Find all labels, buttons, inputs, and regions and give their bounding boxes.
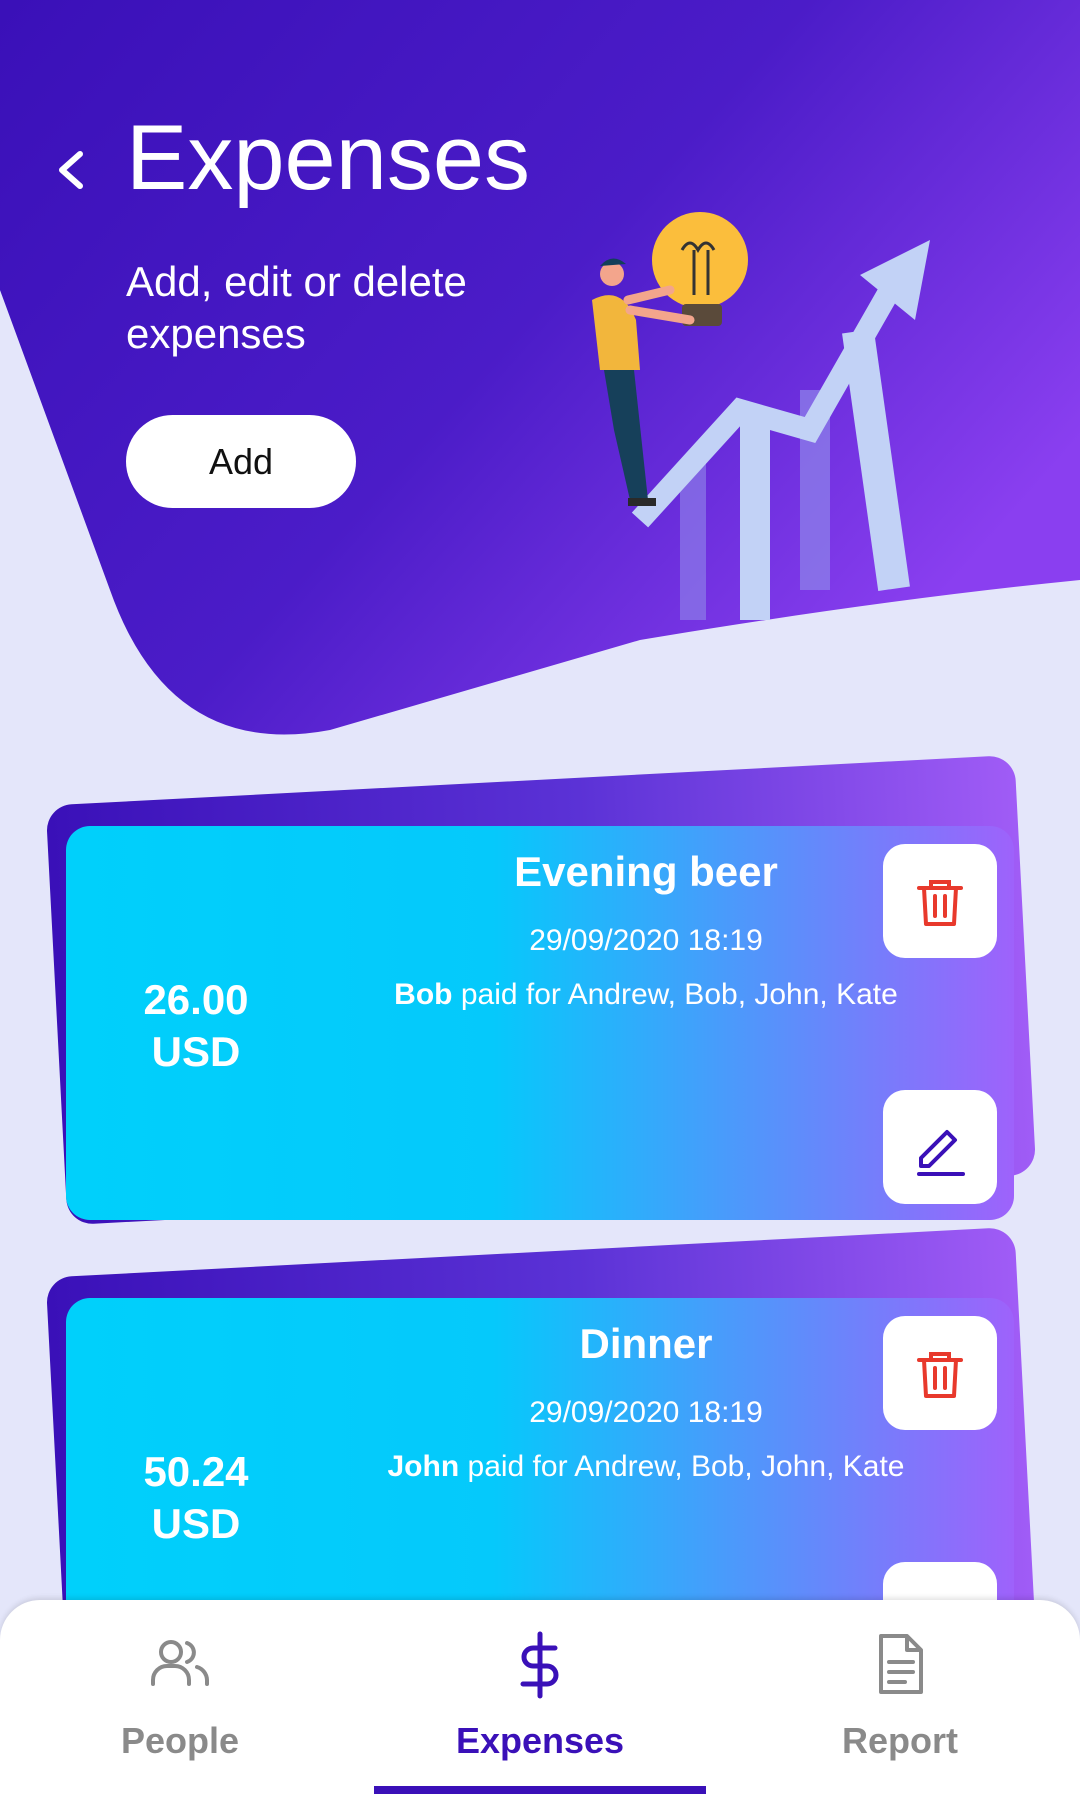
expense-amount: 26.00 USD xyxy=(106,974,286,1078)
expense-participants: paid for Andrew, Bob, John, Kate xyxy=(459,1450,905,1483)
expense-amount: 50.24 USD xyxy=(106,1446,286,1550)
add-expense-button[interactable]: Add xyxy=(126,415,356,508)
delete-expense-button[interactable] xyxy=(883,1316,997,1430)
dollar-icon xyxy=(520,1631,559,1699)
nav-item-expenses[interactable]: Expenses xyxy=(360,1600,720,1794)
bottom-navigation: People Expenses Report xyxy=(0,1600,1080,1794)
delete-expense-button[interactable] xyxy=(883,844,997,958)
nav-item-report[interactable]: Report xyxy=(720,1600,1080,1794)
amount-value: 50.24 xyxy=(143,1448,249,1495)
expense-card-body[interactable]: 26.00 USD Evening beer 29/09/2020 18:19 … xyxy=(66,826,1014,1220)
back-button[interactable] xyxy=(44,140,100,200)
nav-label-expenses: Expenses xyxy=(455,1720,625,1761)
amount-value: 26.00 xyxy=(143,976,249,1023)
expense-list: 26.00 USD Evening beer 29/09/2020 18:19 … xyxy=(0,754,1080,1724)
trash-icon xyxy=(917,1352,963,1398)
expense-card: 26.00 USD Evening beer 29/09/2020 18:19 … xyxy=(0,754,1080,1252)
trash-icon xyxy=(917,880,963,926)
amount-currency: USD xyxy=(151,1500,241,1547)
growth-illustration xyxy=(592,212,930,620)
page-title: Expenses xyxy=(126,107,531,209)
page-subtitle: Add, edit or delete expenses xyxy=(126,258,467,357)
expense-payer: Bob xyxy=(394,978,453,1011)
expense-payer: John xyxy=(387,1450,460,1483)
chevron-left-icon xyxy=(59,151,83,189)
nav-item-people[interactable]: People xyxy=(0,1600,360,1794)
active-tab-indicator xyxy=(374,1786,706,1794)
expense-paid-for: Bob paid for Andrew, Bob, John, Kate xyxy=(276,978,1016,1012)
nav-label-people: People xyxy=(120,1720,240,1761)
expense-participants: paid for Andrew, Bob, John, Kate xyxy=(452,978,898,1011)
edit-expense-button[interactable] xyxy=(883,1090,997,1204)
people-icon xyxy=(151,1640,209,1686)
expense-paid-for: John paid for Andrew, Bob, John, Kate xyxy=(276,1450,1016,1484)
document-icon xyxy=(879,1634,923,1694)
amount-currency: USD xyxy=(151,1028,241,1075)
edit-pencil-icon xyxy=(917,1130,965,1176)
nav-label-report: Report xyxy=(842,1720,958,1761)
